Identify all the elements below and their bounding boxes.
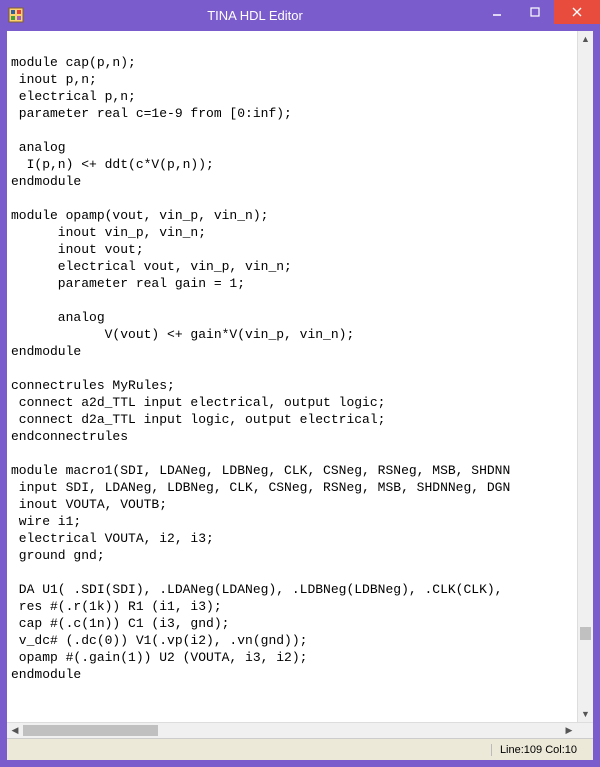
scroll-left-icon[interactable]: ◀ — [7, 723, 23, 738]
horizontal-scroll-thumb[interactable] — [23, 725, 158, 736]
statusbar: Line:109 Col:10 — [7, 738, 593, 760]
code-editor[interactable]: module cap(p,n); inout p,n; electrical p… — [7, 31, 577, 722]
client-area: module cap(p,n); inout p,n; electrical p… — [6, 30, 594, 761]
window-title: TINA HDL Editor — [32, 8, 478, 23]
close-button[interactable] — [554, 0, 600, 24]
vertical-scroll-thumb[interactable] — [580, 627, 591, 640]
titlebar: TINA HDL Editor — [0, 0, 600, 30]
scroll-right-icon[interactable]: ▶ — [561, 723, 577, 738]
scroll-down-icon[interactable]: ▼ — [578, 706, 593, 722]
maximize-button[interactable] — [516, 0, 554, 24]
window-controls — [478, 0, 600, 30]
editor-wrap: module cap(p,n); inout p,n; electrical p… — [7, 31, 593, 722]
scroll-up-icon[interactable]: ▲ — [578, 31, 593, 47]
app-icon — [6, 5, 26, 25]
horizontal-scrollbar[interactable]: ◀ ▶ — [7, 722, 593, 738]
horizontal-scroll-track[interactable] — [23, 723, 561, 738]
minimize-button[interactable] — [478, 0, 516, 24]
vertical-scroll-track[interactable] — [578, 47, 593, 706]
scroll-corner — [577, 723, 593, 738]
status-line-col: Line:109 Col:10 — [491, 744, 585, 756]
vertical-scrollbar[interactable]: ▲ ▼ — [577, 31, 593, 722]
